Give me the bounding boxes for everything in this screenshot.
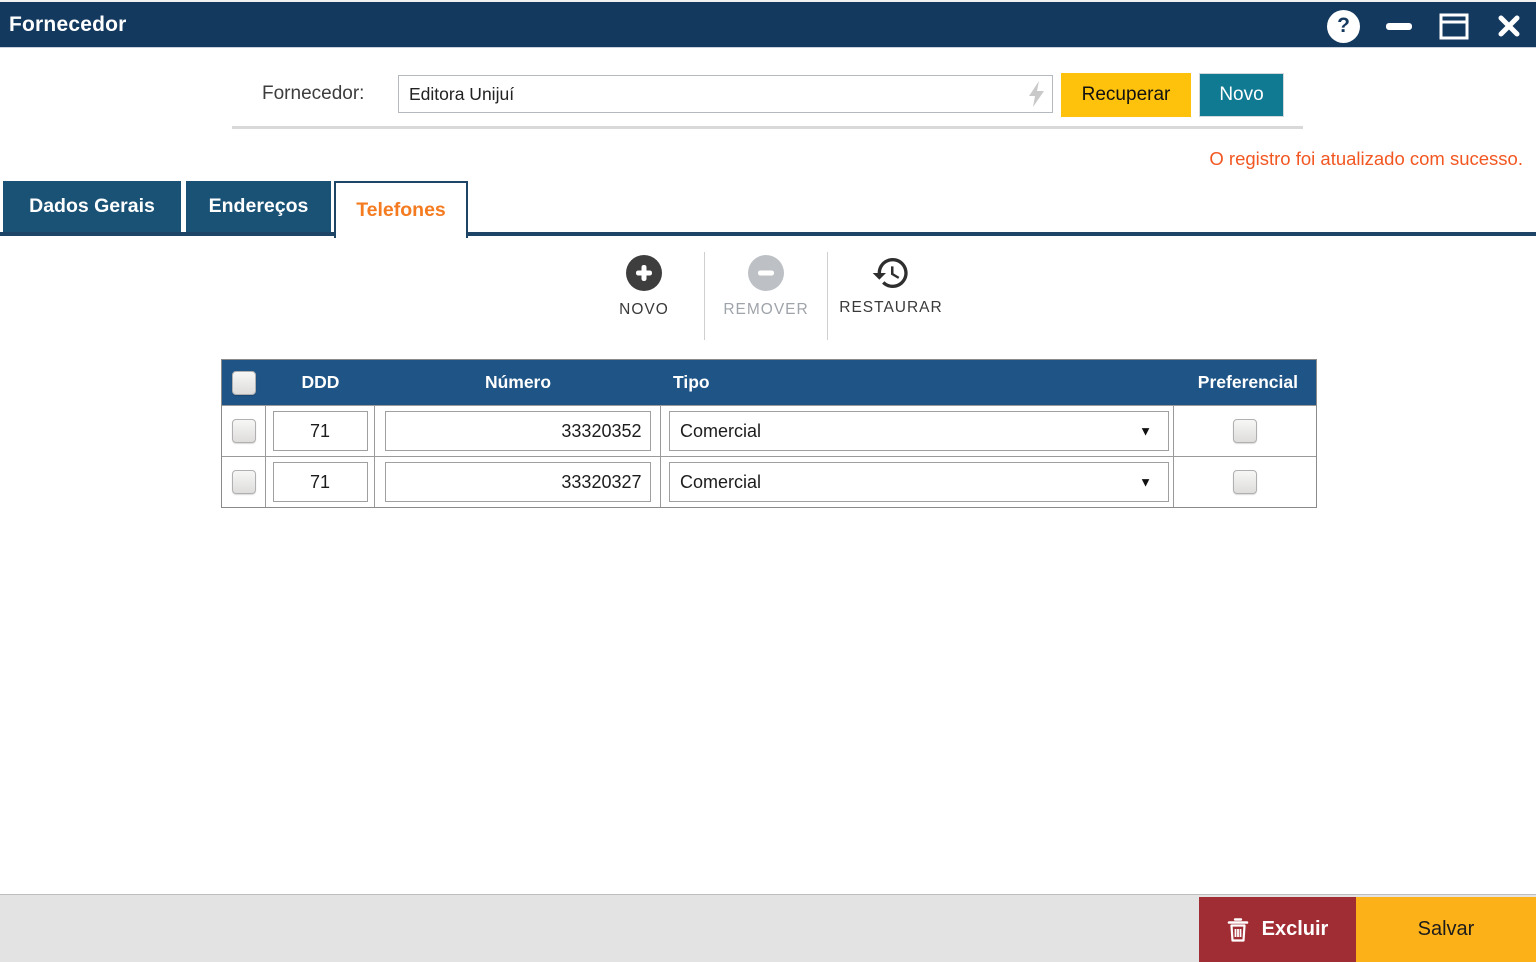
- maximize-icon[interactable]: [1438, 11, 1470, 41]
- tab-dados-gerais[interactable]: Dados Gerais: [3, 181, 181, 232]
- status-message: O registro foi atualizado com sucesso.: [1209, 148, 1523, 170]
- toolbar-restaurar-label: RESTAURAR: [839, 299, 942, 317]
- excluir-label: Excluir: [1262, 918, 1329, 941]
- window-controls: ?: [1327, 2, 1522, 50]
- preferencial-checkbox[interactable]: [1233, 470, 1257, 494]
- tab-telefones[interactable]: Telefones: [334, 181, 468, 238]
- chevron-down-icon: ▼: [1139, 475, 1152, 490]
- fornecedor-window: Fornecedor ? Fornecedor:: [0, 0, 1536, 962]
- tipo-selected-value: Comercial: [670, 472, 761, 493]
- header-preferencial: Preferencial: [1174, 360, 1316, 405]
- tipo-cell: Comercial ▼: [661, 406, 1174, 456]
- row-select-cell: [222, 406, 266, 456]
- select-all-checkbox[interactable]: [232, 371, 256, 395]
- numero-input[interactable]: [385, 411, 651, 451]
- tabs-underline: [0, 232, 1536, 236]
- toolbar-separator: [827, 252, 828, 340]
- toolbar-remover-label: REMOVER: [723, 301, 808, 319]
- form-divider: [232, 126, 1303, 129]
- numero-input[interactable]: [385, 462, 651, 502]
- ddd-cell: [266, 457, 375, 507]
- plus-icon: [626, 255, 662, 291]
- header-numero: Número: [375, 360, 661, 405]
- row-select-checkbox[interactable]: [232, 470, 256, 494]
- table-row: Comercial ▼: [222, 456, 1316, 507]
- tipo-dropdown[interactable]: Comercial ▼: [669, 462, 1169, 502]
- row-select-checkbox[interactable]: [232, 419, 256, 443]
- lightning-icon: [1024, 80, 1050, 108]
- preferencial-checkbox[interactable]: [1233, 419, 1257, 443]
- chevron-down-icon: ▼: [1139, 424, 1152, 439]
- preferencial-cell: [1174, 406, 1316, 456]
- select-all-cell: [222, 360, 266, 405]
- toolbar-restaurar-button[interactable]: RESTAURAR: [829, 255, 953, 317]
- fornecedor-label: Fornecedor:: [262, 83, 364, 105]
- toolbar-remover-button: REMOVER: [704, 255, 828, 319]
- tab-enderecos[interactable]: Endereços: [186, 181, 331, 232]
- ddd-input[interactable]: [273, 411, 368, 451]
- minimize-icon[interactable]: [1386, 23, 1412, 30]
- salvar-button[interactable]: Salvar: [1356, 897, 1536, 962]
- ddd-cell: [266, 406, 375, 456]
- numero-cell: [375, 457, 661, 507]
- table-header-row: DDD Número Tipo Preferencial: [222, 360, 1316, 405]
- novo-button[interactable]: Novo: [1199, 73, 1284, 117]
- header-tipo: Tipo: [661, 360, 1174, 405]
- tipo-dropdown[interactable]: Comercial ▼: [669, 411, 1169, 451]
- tipo-cell: Comercial ▼: [661, 457, 1174, 507]
- table-row: Comercial ▼: [222, 405, 1316, 456]
- minus-icon: [748, 255, 784, 291]
- toolbar-novo-button[interactable]: NOVO: [582, 255, 706, 319]
- toolbar-novo-label: NOVO: [619, 301, 669, 319]
- preferencial-cell: [1174, 457, 1316, 507]
- window-title: Fornecedor: [0, 13, 127, 37]
- numero-cell: [375, 406, 661, 456]
- title-bar: Fornecedor ?: [0, 0, 1536, 48]
- recuperar-button[interactable]: Recuperar: [1061, 73, 1191, 117]
- close-icon[interactable]: [1496, 13, 1522, 39]
- fornecedor-input[interactable]: [398, 75, 1053, 113]
- trash-icon: [1227, 917, 1249, 943]
- salvar-label: Salvar: [1418, 918, 1475, 941]
- excluir-button[interactable]: Excluir: [1199, 897, 1356, 962]
- row-select-cell: [222, 457, 266, 507]
- ddd-input[interactable]: [273, 462, 368, 502]
- history-icon: [871, 253, 911, 293]
- help-icon[interactable]: ?: [1327, 10, 1360, 43]
- header-ddd: DDD: [266, 360, 375, 405]
- telefones-table: DDD Número Tipo Preferencial Comercial ▼: [221, 359, 1317, 508]
- tipo-selected-value: Comercial: [670, 421, 761, 442]
